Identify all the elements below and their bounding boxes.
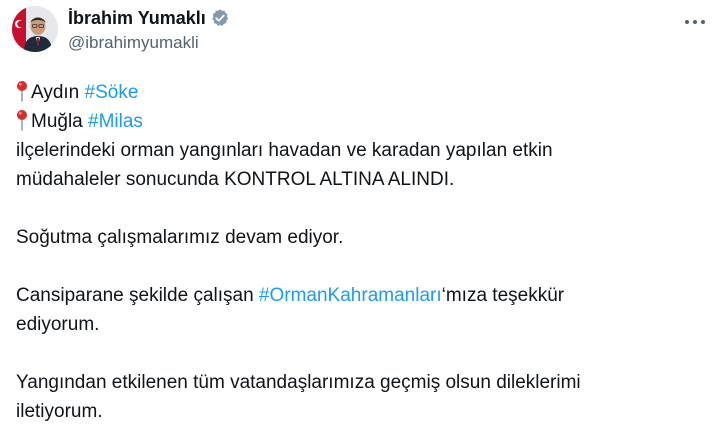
more-dot xyxy=(693,20,697,24)
round-pushpin-icon xyxy=(16,80,28,102)
more-dot xyxy=(701,20,705,24)
avatar-photo-icon xyxy=(12,6,58,52)
hashtag-milas[interactable]: #Milas xyxy=(88,111,143,132)
tweet-line: Muğla #Milas xyxy=(16,107,716,136)
tweet-line: ediyorum. xyxy=(16,314,100,335)
tweet-line: Yangından etkilenen tüm vatandaşlarımıza… xyxy=(16,372,581,393)
tweet-line: Cansiparane şekilde çalışan #OrmanKahram… xyxy=(16,281,716,310)
more-dot xyxy=(685,20,689,24)
tweet-line: ilçelerindeki orman yangınları havadan v… xyxy=(16,140,553,161)
place-mugla: Muğla xyxy=(31,111,89,132)
verified-badge-icon xyxy=(210,8,230,28)
more-options-button[interactable] xyxy=(680,12,710,32)
tweet-card: İbrahim Yumaklı @ibrahimyumakli Aydın #S… xyxy=(0,0,724,438)
tweet-header: İbrahim Yumaklı @ibrahimyumakli xyxy=(12,6,230,53)
text-segment: ‘mıza teşekkür xyxy=(441,285,565,306)
tweet-line: Aydın #Söke xyxy=(16,78,716,107)
tweet-line: Soğutma çalışmalarımız devam ediyor. xyxy=(16,227,344,248)
hashtag-soke[interactable]: #Söke xyxy=(85,82,139,103)
name-row: İbrahim Yumaklı xyxy=(68,7,230,29)
tweet-text: Aydın #Söke Muğla #Milas ilçelerindeki o… xyxy=(16,78,716,426)
text-segment: Cansiparane şekilde çalışan xyxy=(16,285,259,306)
avatar[interactable] xyxy=(12,6,58,52)
tweet-line: iletiyorum. xyxy=(16,401,103,422)
round-pushpin-icon xyxy=(16,109,28,131)
tweet-line: müdahaleler sonucunda KONTROL ALTINA ALI… xyxy=(16,169,455,190)
display-name[interactable]: İbrahim Yumaklı xyxy=(68,8,206,29)
user-handle[interactable]: @ibrahimyumakli xyxy=(68,33,230,53)
user-info: İbrahim Yumaklı @ibrahimyumakli xyxy=(68,7,230,53)
hashtag-orman-kahramanlari[interactable]: #OrmanKahramanları xyxy=(259,285,442,306)
place-aydin: Aydın xyxy=(31,82,85,103)
